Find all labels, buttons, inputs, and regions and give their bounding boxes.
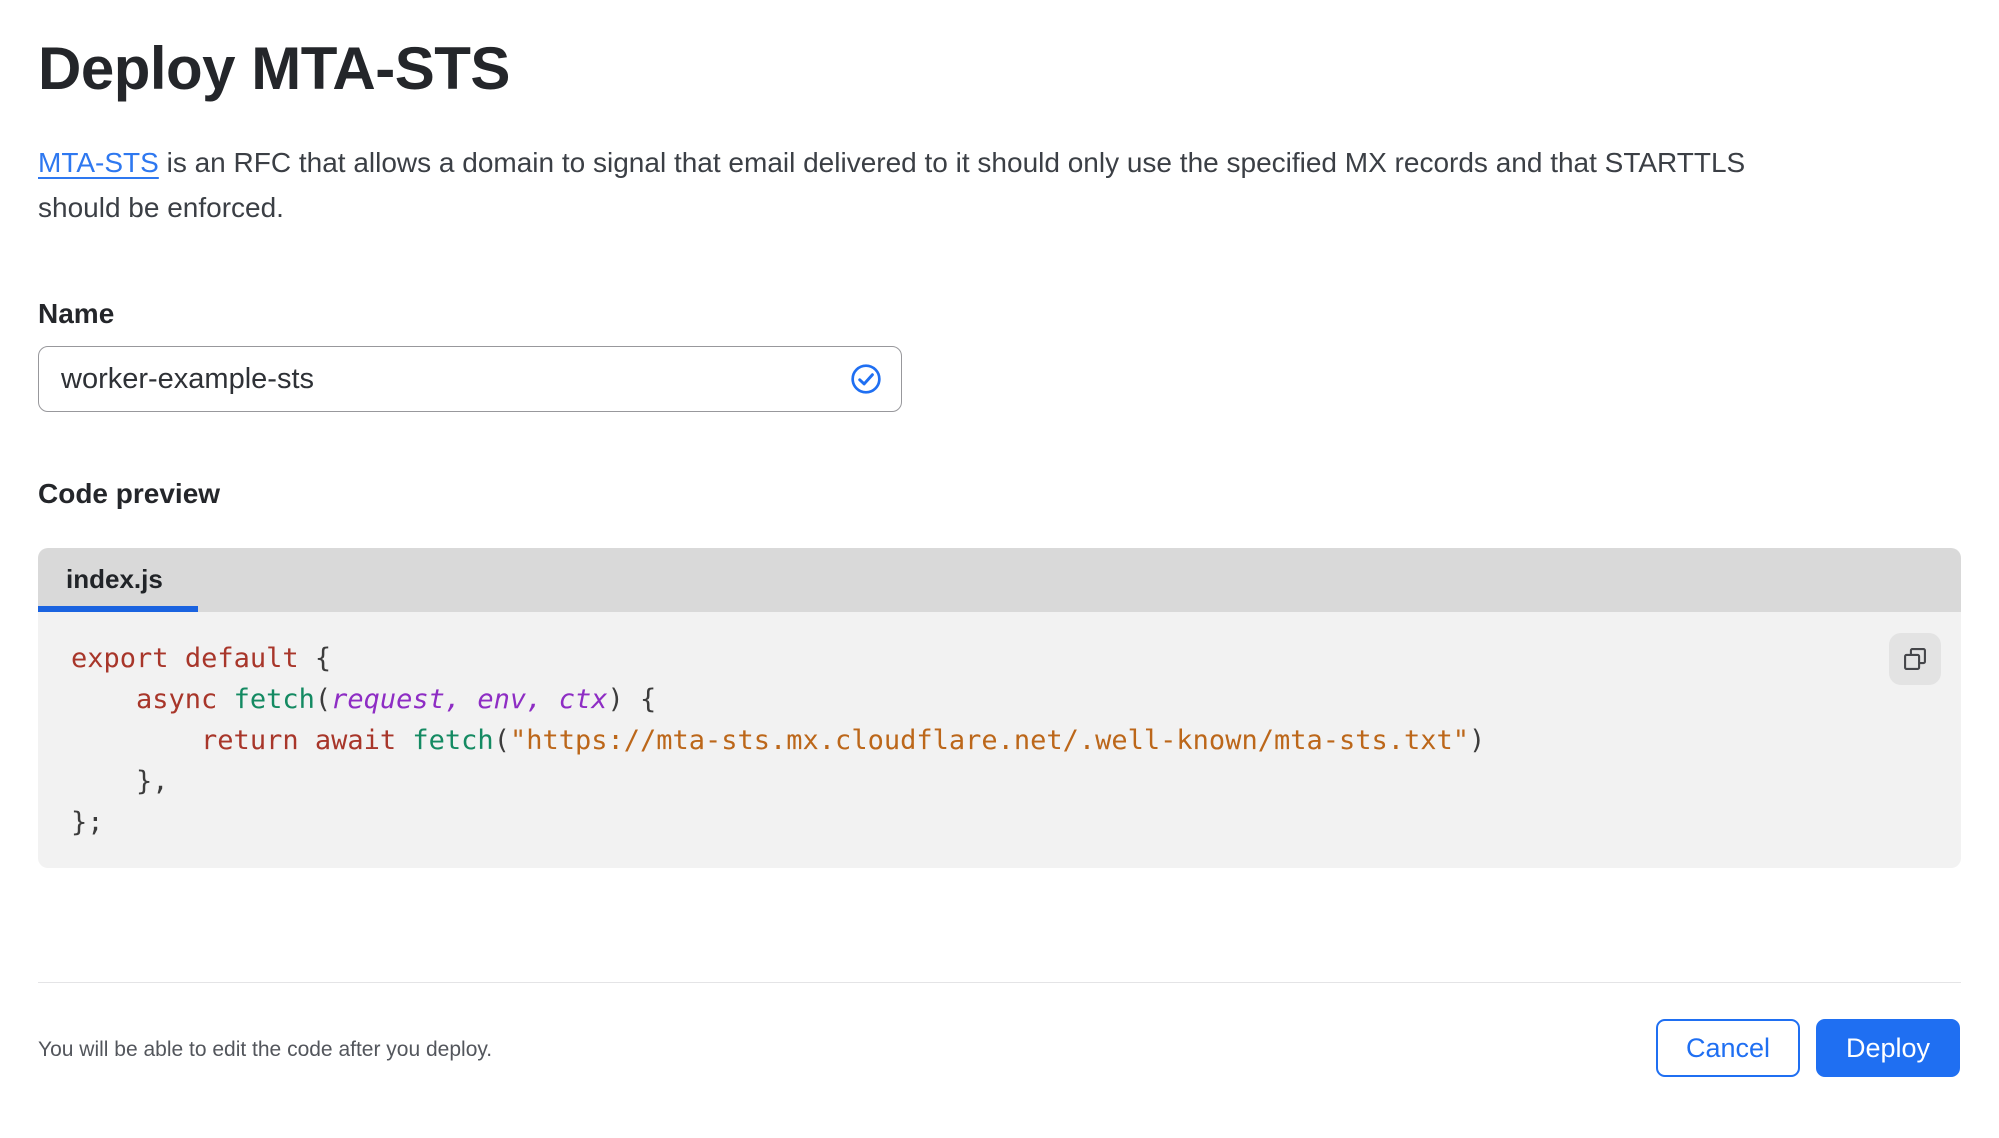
mta-sts-link[interactable]: MTA-STS: [38, 147, 159, 178]
deploy-mta-sts-page: Deploy MTA-STS MTA-STS is an RFC that al…: [0, 0, 1999, 1138]
description-line1: is an RFC that allows a domain to signal…: [158, 147, 1746, 178]
name-input-wrap: [38, 346, 902, 412]
tab-index-js[interactable]: index.js: [38, 548, 198, 612]
tab-label: index.js: [66, 564, 163, 594]
deploy-button[interactable]: Deploy: [1816, 1019, 1960, 1077]
code-content: export default { async fetch(request, en…: [71, 643, 1486, 838]
code-preview-label: Code preview: [38, 478, 221, 509]
footer-buttons: Cancel Deploy: [1656, 1019, 1960, 1077]
copy-button[interactable]: [1889, 633, 1941, 685]
code-editor-area: export default { async fetch(request, en…: [38, 612, 1961, 868]
name-input[interactable]: [38, 346, 902, 412]
cancel-button[interactable]: Cancel: [1656, 1019, 1800, 1077]
copy-icon: [1904, 648, 1926, 670]
description-line2: should be enforced.: [38, 192, 284, 223]
footer-note: You will be able to edit the code after …: [38, 1038, 493, 1061]
description: MTA-STS is an RFC that allows a domain t…: [38, 140, 1948, 230]
name-label: Name: [38, 298, 115, 329]
page-title: Deploy MTA-STS: [38, 35, 510, 102]
footer-divider: [38, 982, 1961, 983]
code-tab-bar: index.js: [38, 548, 1961, 612]
code-preview-card: index.js export default { async fetch(re…: [38, 548, 1961, 868]
